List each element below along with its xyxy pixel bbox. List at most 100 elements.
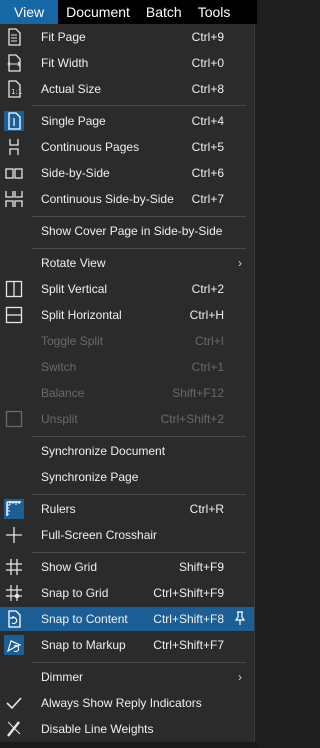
menu-item-label: Unsplit — [41, 412, 78, 426]
menu-item-label: Disable Line Weights — [41, 722, 154, 736]
line-weights-icon — [4, 719, 24, 739]
menu-item-label: Show Grid — [41, 560, 98, 574]
menu-item-label: Balance — [41, 386, 85, 400]
separator — [32, 105, 246, 106]
menu-item-split-horizontal[interactable]: Split Horizontal Ctrl+H — [0, 303, 254, 327]
menu-item-split-vertical[interactable]: Split Vertical Ctrl+2 — [0, 277, 254, 301]
fit-page-icon — [4, 27, 24, 47]
menu-item-label: Synchronize Document — [41, 444, 166, 458]
snap-grid-icon — [4, 583, 24, 603]
menu-item-fit-page[interactable]: Fit Page Ctrl+9 — [0, 25, 254, 49]
menu-item-label: Always Show Reply Indicators — [41, 696, 202, 710]
continuous-side-by-side-icon — [4, 189, 24, 209]
shortcut: Ctrl+9 — [191, 30, 224, 44]
menu-item-label: Side-by-Side — [41, 166, 110, 180]
menu-item-single-page[interactable]: Single Page Ctrl+4 — [0, 109, 254, 133]
menu-item-rulers[interactable]: Rulers Ctrl+R — [0, 497, 254, 521]
menu-item-continuous-side-by-side[interactable]: Continuous Side-by-Side Ctrl+7 — [0, 187, 254, 211]
chevron-right-icon: › — [238, 256, 242, 270]
menu-item-label: Show Cover Page in Side-by-Side — [41, 224, 223, 238]
chevron-right-icon: › — [238, 670, 242, 684]
continuous-pages-icon — [4, 137, 24, 157]
menu-item-unsplit: Unsplit Ctrl+Shift+2 — [0, 407, 254, 431]
view-menu: Fit Page Ctrl+9 Fit Width Ctrl+0 1:1 Act… — [0, 24, 255, 743]
shortcut: Ctrl+6 — [191, 166, 224, 180]
shortcut: Ctrl+H — [189, 308, 224, 322]
menu-item-full-screen-crosshair[interactable]: Full-Screen Crosshair — [0, 523, 254, 547]
separator — [32, 494, 246, 495]
menu-item-label: Snap to Grid — [41, 586, 109, 600]
menubar-batch[interactable]: Batch — [138, 0, 190, 24]
snap-content-icon — [4, 609, 24, 629]
shortcut: Ctrl+R — [189, 502, 224, 516]
shortcut: Ctrl+Shift+F9 — [153, 586, 224, 600]
menu-item-snap-to-markup[interactable]: Snap to Markup Ctrl+Shift+F7 — [0, 633, 254, 657]
menu-item-show-cover-page[interactable]: Show Cover Page in Side-by-Side — [0, 219, 254, 243]
shortcut: Ctrl+I — [194, 334, 224, 348]
menubar-view[interactable]: View — [0, 0, 59, 24]
menu-item-disable-line-weights[interactable]: Disable Line Weights — [0, 717, 254, 741]
menu-item-side-by-side[interactable]: Side-by-Side Ctrl+6 — [0, 161, 254, 185]
shortcut: Ctrl+Shift+F8 — [153, 612, 224, 626]
menu-item-label: Full-Screen Crosshair — [41, 528, 158, 542]
fit-width-icon — [4, 53, 24, 73]
shortcut: Ctrl+1 — [191, 360, 224, 374]
shortcut: Ctrl+2 — [191, 282, 224, 296]
menubar: View Document Batch Tools — [0, 0, 257, 24]
menubar-tools[interactable]: Tools — [190, 0, 239, 24]
menu-item-label: Snap to Content — [41, 612, 128, 626]
menu-item-actual-size[interactable]: 1:1 Actual Size Ctrl+8 — [0, 77, 254, 101]
svg-text:1:1: 1:1 — [11, 88, 22, 96]
snap-markup-icon — [4, 635, 24, 655]
pin-icon[interactable] — [232, 610, 248, 626]
checkmark-icon — [4, 693, 24, 713]
shortcut: Ctrl+Shift+2 — [160, 412, 224, 426]
menu-item-label: Single Page — [41, 114, 106, 128]
shortcut: Ctrl+4 — [191, 114, 224, 128]
separator — [32, 216, 246, 217]
unsplit-icon — [4, 409, 24, 429]
menu-item-label: Snap to Markup — [41, 638, 126, 652]
split-vertical-icon — [4, 279, 24, 299]
shortcut: Ctrl+8 — [191, 82, 224, 96]
background-strip — [0, 742, 257, 748]
menu-item-label: Toggle Split — [41, 334, 104, 348]
menu-item-rotate-view[interactable]: Rotate View › — [0, 251, 254, 275]
menu-item-fit-width[interactable]: Fit Width Ctrl+0 — [0, 51, 254, 75]
separator — [32, 436, 246, 437]
shortcut: Shift+F9 — [178, 560, 224, 574]
shortcut: Ctrl+0 — [191, 56, 224, 70]
menu-item-label: Split Vertical — [41, 282, 108, 296]
menu-item-label: Actual Size — [41, 82, 102, 96]
menu-item-dimmer[interactable]: Dimmer › — [0, 665, 254, 689]
menu-item-balance: Balance Shift+F12 — [0, 381, 254, 405]
menu-item-snap-to-content[interactable]: Snap to Content Ctrl+Shift+F8 — [0, 607, 254, 631]
shortcut: Ctrl+7 — [191, 192, 224, 206]
shortcut: Ctrl+Shift+F7 — [153, 638, 224, 652]
actual-size-icon: 1:1 — [4, 79, 24, 99]
menu-item-label: Split Horizontal — [41, 308, 122, 322]
menu-item-continuous-pages[interactable]: Continuous Pages Ctrl+5 — [0, 135, 254, 159]
separator — [32, 662, 246, 663]
menu-item-label: Switch — [41, 360, 77, 374]
menu-item-label: Rulers — [41, 502, 76, 516]
menu-item-snap-to-grid[interactable]: Snap to Grid Ctrl+Shift+F9 — [0, 581, 254, 605]
menu-item-switch: Switch Ctrl+1 — [0, 355, 254, 379]
grid-icon — [4, 557, 24, 577]
shortcut: Shift+F12 — [172, 386, 224, 400]
menu-item-label: Fit Page — [41, 30, 86, 44]
rulers-icon — [4, 499, 24, 519]
shortcut: Ctrl+5 — [191, 140, 224, 154]
menu-item-label: Continuous Side-by-Side — [41, 192, 174, 206]
menu-item-always-show-reply-indicators[interactable]: Always Show Reply Indicators — [0, 691, 254, 715]
menu-item-label: Synchronize Page — [41, 470, 139, 484]
menu-item-label: Continuous Pages — [41, 140, 140, 154]
menu-item-label: Fit Width — [41, 56, 89, 70]
menu-item-synchronize-page[interactable]: Synchronize Page — [0, 465, 254, 489]
menubar-document[interactable]: Document — [58, 0, 138, 24]
menu-item-show-grid[interactable]: Show Grid Shift+F9 — [0, 555, 254, 579]
separator — [32, 552, 246, 553]
menu-item-synchronize-document[interactable]: Synchronize Document — [0, 439, 254, 463]
menu-item-label: Dimmer — [41, 670, 83, 684]
menu-item-toggle-split: Toggle Split Ctrl+I — [0, 329, 254, 353]
